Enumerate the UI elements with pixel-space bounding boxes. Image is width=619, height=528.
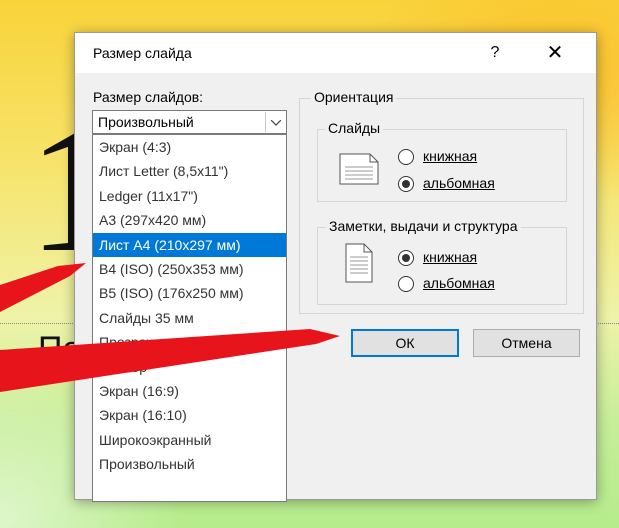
slide-size-dialog: Размер слайда ? ✕ Размер слайдов: Произв… [74,32,597,502]
dropdown-item[interactable]: Лист Letter (8,5x11") [93,159,286,183]
dropdown-item[interactable]: Экран (16:10) [93,403,286,427]
dropdown-item[interactable]: Широкоэкранный [93,428,286,452]
slides-portrait-radio[interactable] [397,148,415,166]
slide-size-select-value: Произвольный [98,114,194,130]
help-button[interactable]: ? [480,39,510,67]
dropdown-item[interactable]: Ledger (11x17") [93,184,286,208]
notes-landscape-label: альбомная [423,275,495,291]
dialog-titlebar: Размер слайда ? ✕ [75,33,596,73]
close-button[interactable]: ✕ [535,39,575,67]
notes-landscape-radio[interactable] [397,275,415,293]
slides-portrait-label: книжная [423,148,478,164]
landscape-page-icon [339,153,379,185]
dialog-title: Размер слайда [93,45,192,61]
slides-landscape-label: альбомная [423,175,495,191]
dropdown-item[interactable]: Экран (4:3) [93,135,286,159]
dropdown-item[interactable]: Экран (16:9) [93,379,286,403]
slides-orientation-title: Слайды [325,120,384,136]
dropdown-item[interactable]: Прозрачка [93,330,286,354]
dropdown-item[interactable]: Произвольный [93,452,286,476]
portrait-page-icon [345,243,373,283]
ok-button[interactable]: ОК [351,329,459,357]
dropdown-item[interactable]: А3 (297x420 мм) [93,208,286,232]
notes-portrait-label: книжная [423,249,478,265]
slide-size-select[interactable]: Произвольный [92,110,287,134]
chevron-down-icon[interactable] [265,112,285,132]
cancel-button[interactable]: Отмена [473,329,580,357]
slide-size-label: Размер слайдов: [93,89,204,105]
dropdown-item[interactable]: B5 (ISO) (176x250 мм) [93,281,286,305]
notes-portrait-radio[interactable] [397,249,415,267]
slide-size-dropdown-list[interactable]: Экран (4:3) Лист Letter (8,5x11") Ledger (… [92,134,287,502]
dropdown-item[interactable]: Лист А4 (210x297 мм) [93,232,286,257]
orientation-title: Ориентация [311,89,397,105]
notes-orientation-title: Заметки, выдачи и структура [326,218,521,234]
dropdown-item[interactable]: Слайды 35 мм [93,306,286,330]
dropdown-item[interactable]: Баннер [93,355,286,379]
slides-landscape-radio[interactable] [397,175,415,193]
dropdown-item[interactable]: B4 (ISO) (250x353 мм) [93,257,286,281]
